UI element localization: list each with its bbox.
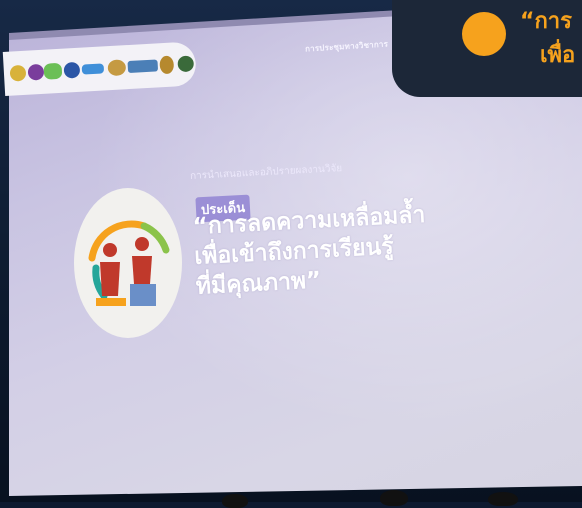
- partner-logo-icon: [127, 59, 159, 74]
- partner-logo-icon: [81, 63, 105, 75]
- banner-dot-icon: [462, 12, 506, 56]
- project-emblem: [74, 188, 182, 338]
- partner-logo-icon: [27, 63, 45, 81]
- audience-head: [488, 492, 518, 506]
- corner-banner: “การ เพื่อ: [392, 0, 582, 97]
- partner-logo-icon: [63, 61, 81, 79]
- partner-logo-icon: [43, 62, 63, 80]
- education-equity-icon: [88, 220, 170, 306]
- partner-logo-icon: [159, 55, 175, 75]
- audience-head: [222, 494, 248, 508]
- banner-text-line2: เพื่อ: [540, 43, 576, 68]
- slide-title: “การลดความเหลื่อมล้ำ เพื่อเข้าถึงการเรีย…: [192, 199, 436, 301]
- audience-head: [380, 490, 408, 506]
- banner-text-line1: “การ: [520, 9, 572, 34]
- partner-logo-icon: [177, 55, 195, 73]
- partner-logo-icon: [107, 59, 127, 77]
- partner-logo-icon: [9, 64, 27, 82]
